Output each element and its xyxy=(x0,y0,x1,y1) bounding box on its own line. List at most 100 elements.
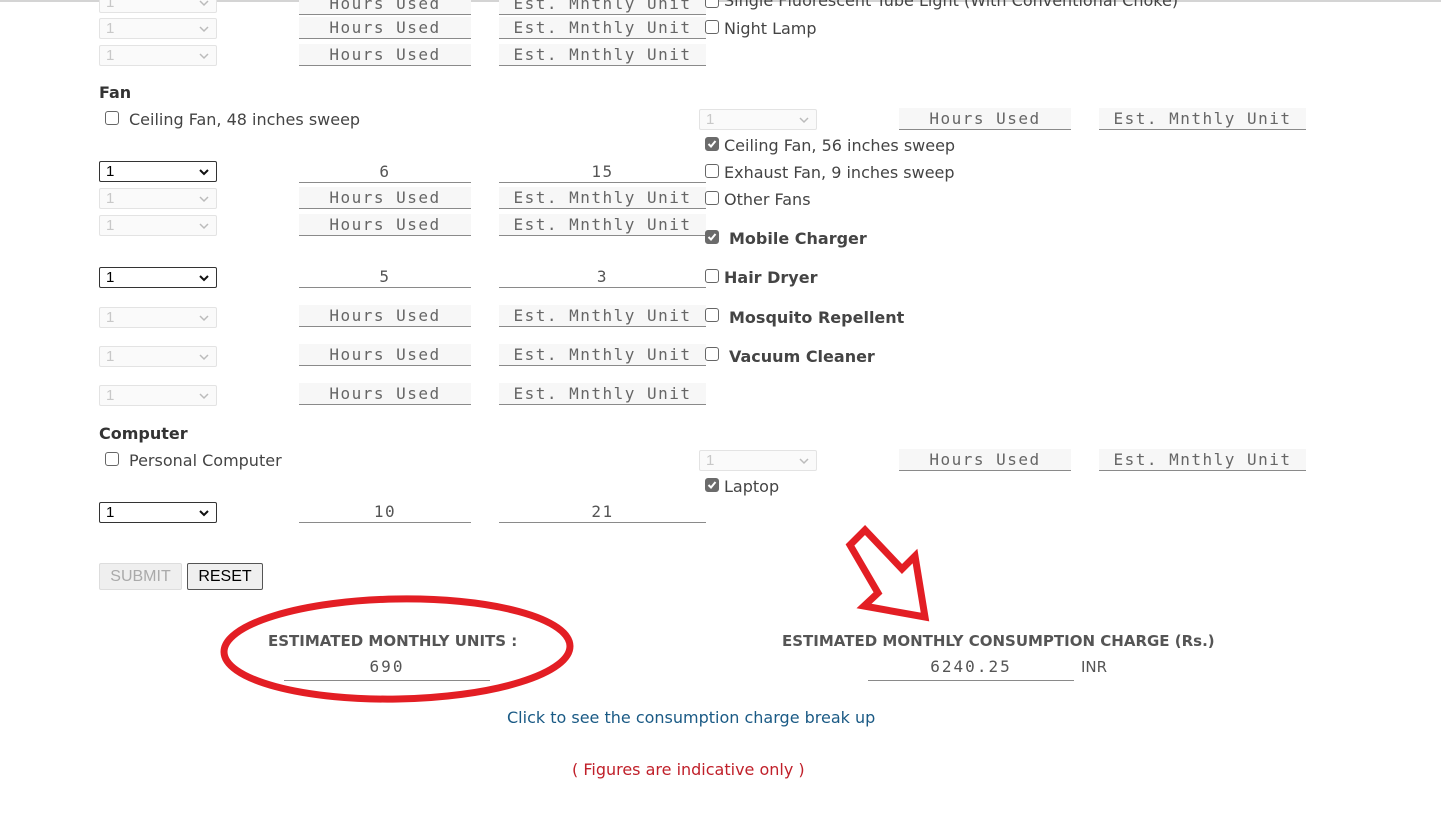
chevron-down-icon xyxy=(199,169,209,176)
chevron-down-icon xyxy=(199,196,209,203)
personal-computer-label: Personal Computer xyxy=(129,451,282,470)
highlight-ellipse-annotation xyxy=(220,595,574,703)
arrow-down-right-icon xyxy=(845,525,930,622)
personal-computer-units-input[interactable]: Est. Mnthly Unit xyxy=(1099,449,1306,471)
quantity-select[interactable]: 1 xyxy=(99,45,217,66)
category-computer-title: Computer xyxy=(99,424,188,443)
quantity-select[interactable]: 1 xyxy=(99,0,217,13)
chevron-down-icon xyxy=(199,393,209,400)
exhaust-fan-units-input[interactable]: Est. Mnthly Unit xyxy=(499,187,706,209)
qty-value: 1 xyxy=(706,452,715,469)
indicative-note: ( Figures are indicative only ) xyxy=(572,760,805,779)
mobile-charger-checkbox[interactable] xyxy=(705,230,719,244)
hours-used-input[interactable]: Hours Used xyxy=(299,0,471,15)
mosquito-repellent-checkbox[interactable] xyxy=(705,308,719,322)
hair-dryer-hours-input[interactable]: Hours Used xyxy=(299,305,471,327)
vacuum-cleaner-units-input[interactable]: Est. Mnthly Unit xyxy=(499,383,706,405)
est-monthly-unit-input[interactable]: Est. Mnthly Unit xyxy=(499,17,706,39)
qty-value: 1 xyxy=(106,217,115,234)
mobile-charger-qty-select[interactable]: 1 xyxy=(99,267,217,288)
ceiling-fan-56-units-input[interactable]: 15 xyxy=(499,161,706,183)
chevron-down-icon xyxy=(199,315,209,322)
exhaust-fan-checkbox[interactable] xyxy=(705,164,719,178)
other-fans-units-input[interactable]: Est. Mnthly Unit xyxy=(499,214,706,236)
hours-used-input[interactable]: Hours Used xyxy=(299,44,471,66)
exhaust-fan-qty-select[interactable]: 1 xyxy=(99,188,217,209)
qty-value: 1 xyxy=(106,387,115,404)
mobile-charger-hours-input[interactable]: 5 xyxy=(299,266,471,288)
night-lamp-label: Night Lamp xyxy=(724,19,817,38)
ceiling-fan-48-checkbox[interactable] xyxy=(105,111,119,125)
personal-computer-qty-select[interactable]: 1 xyxy=(699,450,817,471)
mosquito-repellent-hours-input[interactable]: Hours Used xyxy=(299,344,471,366)
qty-value: 1 xyxy=(106,190,115,207)
ceiling-fan-56-checkbox[interactable] xyxy=(705,137,719,151)
laptop-checkbox[interactable] xyxy=(705,478,719,492)
other-fans-label: Other Fans xyxy=(724,190,811,209)
personal-computer-checkbox[interactable] xyxy=(105,452,119,466)
reset-button[interactable]: RESET xyxy=(187,563,263,590)
hair-dryer-label: Hair Dryer xyxy=(724,268,818,287)
qty-value: 1 xyxy=(106,309,115,326)
qty-value: 1 xyxy=(106,0,115,11)
ceiling-fan-48-units-input[interactable]: Est. Mnthly Unit xyxy=(1099,108,1306,130)
currency-label: INR xyxy=(1081,658,1108,676)
check-icon xyxy=(707,140,717,148)
qty-value: 1 xyxy=(706,111,715,128)
vacuum-cleaner-label: Vacuum Cleaner xyxy=(729,347,875,366)
mosquito-repellent-label: Mosquito Repellent xyxy=(729,308,905,327)
vacuum-cleaner-qty-select[interactable]: 1 xyxy=(99,385,217,406)
night-lamp-checkbox[interactable] xyxy=(705,20,719,34)
est-monthly-unit-input[interactable]: Est. Mnthly Unit xyxy=(499,44,706,66)
other-fans-qty-select[interactable]: 1 xyxy=(99,215,217,236)
exhaust-fan-label: Exhaust Fan, 9 inches sweep xyxy=(724,163,955,182)
chevron-down-icon xyxy=(199,53,209,60)
hours-used-input[interactable]: Hours Used xyxy=(299,17,471,39)
submit-button[interactable]: SUBMIT xyxy=(99,563,182,590)
mosquito-repellent-units-input[interactable]: Est. Mnthly Unit xyxy=(499,344,706,366)
tube-light-label: Single Fluorescent Tube Light (With Conv… xyxy=(724,0,1179,10)
check-icon xyxy=(707,481,717,489)
hair-dryer-units-input[interactable]: Est. Mnthly Unit xyxy=(499,305,706,327)
mobile-charger-units-input[interactable]: 3 xyxy=(499,266,706,288)
estimated-charge-value: 6240.25 xyxy=(868,656,1074,681)
ceiling-fan-48-label: Ceiling Fan, 48 inches sweep xyxy=(129,110,361,129)
check-icon xyxy=(707,233,717,241)
ceiling-fan-48-qty-select[interactable]: 1 xyxy=(699,109,817,130)
qty-value: 1 xyxy=(106,504,115,521)
other-fans-checkbox[interactable] xyxy=(705,191,719,205)
chevron-down-icon xyxy=(199,510,209,517)
ceiling-fan-56-qty-select[interactable]: 1 xyxy=(99,161,217,182)
chevron-down-icon xyxy=(199,354,209,361)
laptop-hours-input[interactable]: 10 xyxy=(299,501,471,523)
chevron-down-icon xyxy=(199,223,209,230)
personal-computer-hours-input[interactable]: Hours Used xyxy=(899,449,1071,471)
mosquito-repellent-qty-select[interactable]: 1 xyxy=(99,346,217,367)
ceiling-fan-56-label: Ceiling Fan, 56 inches sweep xyxy=(724,136,956,155)
estimated-charge-label: ESTIMATED MONTHLY CONSUMPTION CHARGE (Rs… xyxy=(782,632,1215,650)
qty-value: 1 xyxy=(106,20,115,37)
chevron-down-icon xyxy=(199,26,209,33)
est-monthly-unit-input[interactable]: Est. Mnthly Unit xyxy=(499,0,706,15)
category-fan-title: Fan xyxy=(99,83,132,102)
qty-value: 1 xyxy=(106,269,115,286)
chevron-down-icon xyxy=(199,275,209,282)
hair-dryer-qty-select[interactable]: 1 xyxy=(99,307,217,328)
tube-light-checkbox[interactable] xyxy=(705,0,719,8)
hair-dryer-checkbox[interactable] xyxy=(705,269,719,283)
laptop-units-input[interactable]: 21 xyxy=(499,501,706,523)
ceiling-fan-48-hours-input[interactable]: Hours Used xyxy=(899,108,1071,130)
laptop-qty-select[interactable]: 1 xyxy=(99,502,217,523)
charge-breakup-link[interactable]: Click to see the consumption charge brea… xyxy=(507,708,875,727)
chevron-down-icon xyxy=(799,458,809,465)
qty-value: 1 xyxy=(106,348,115,365)
exhaust-fan-hours-input[interactable]: Hours Used xyxy=(299,187,471,209)
other-fans-hours-input[interactable]: Hours Used xyxy=(299,214,471,236)
vacuum-cleaner-hours-input[interactable]: Hours Used xyxy=(299,383,471,405)
vacuum-cleaner-checkbox[interactable] xyxy=(705,347,719,361)
qty-value: 1 xyxy=(106,47,115,64)
chevron-down-icon xyxy=(199,0,209,7)
mobile-charger-label: Mobile Charger xyxy=(729,229,867,248)
ceiling-fan-56-hours-input[interactable]: 6 xyxy=(299,161,471,183)
quantity-select[interactable]: 1 xyxy=(99,18,217,39)
